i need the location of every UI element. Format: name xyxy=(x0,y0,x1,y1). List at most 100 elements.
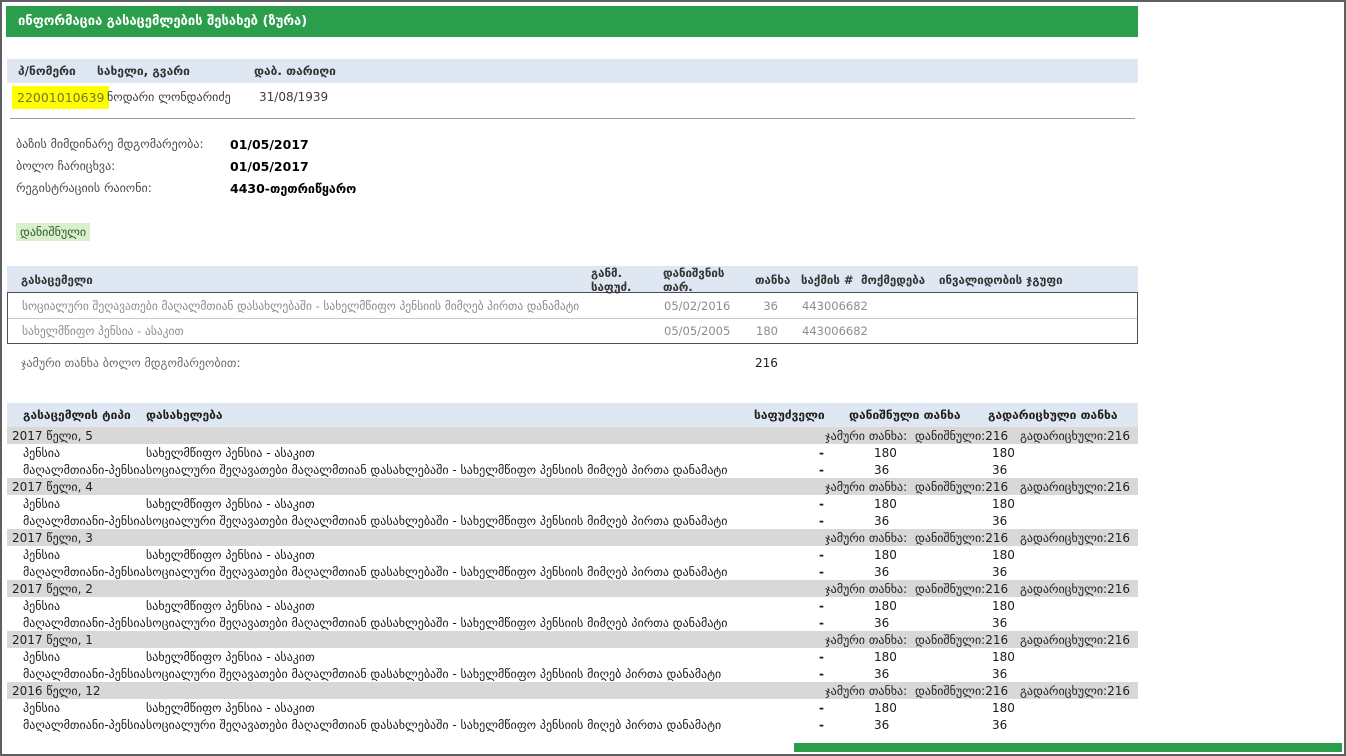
col-basis: საფუძველი xyxy=(754,408,824,422)
history-row: მაღალმთიანი-პენსია სოციალური შეღავათები … xyxy=(7,716,1138,733)
payment-type: პენსია xyxy=(23,497,146,511)
payment-name: სახელმწიფო პენსია - ასაკით xyxy=(146,548,754,562)
summary-assigned-total: დანიშნული:216 xyxy=(915,633,1008,647)
col-disability-group: ინვალიდობის ჯგუფი xyxy=(939,273,1124,287)
month-header-row: 2017 წელი, 3 ჯამური თანხა: დანიშნული:216… xyxy=(7,529,1138,546)
field-last-transfer: ბოლო ჩარიცხვა: 01/05/2017 xyxy=(7,155,1138,177)
month-header-row: 2017 წელი, 1 ჯამური თანხა: დანიშნული:216… xyxy=(7,631,1138,648)
payment-type: მაღალმთიანი-პენსია xyxy=(23,616,146,630)
history-row: მაღალმთიანი-პენსია სოციალური შეღავათები … xyxy=(7,563,1138,580)
col-full-name: სახელი, გვარი xyxy=(97,64,254,78)
transferred-amount: 180 xyxy=(974,548,1124,562)
basis-value: - xyxy=(754,548,824,562)
basis-value: - xyxy=(754,616,824,630)
transferred-amount: 36 xyxy=(974,514,1124,528)
payment-type: მაღალმთიანი-პენსია xyxy=(23,667,146,681)
assigned-amount: 180 xyxy=(824,548,974,562)
summary-transferred-total: გადარიცხული:216 xyxy=(1020,684,1130,698)
payment-type: პენსია xyxy=(23,548,146,562)
summary-label: ჯამური თანხა: xyxy=(825,633,907,647)
history-row: პენსია სახელმწიფო პენსია - ასაკით - 180 … xyxy=(7,444,1138,461)
history-table-body: 2017 წელი, 5 ჯამური თანხა: დანიშნული:216… xyxy=(7,427,1138,733)
month-block: 2017 წელი, 1 ჯამური თანხა: დანიშნული:216… xyxy=(7,631,1138,682)
summary-label: ჯამური თანხა: xyxy=(825,531,907,545)
month-header-row: 2016 წელი, 12 ჯამური თანხა: დანიშნული:21… xyxy=(7,682,1138,699)
transferred-amount: 36 xyxy=(974,667,1124,681)
payment-name: სახელმწიფო პენსია - ასაკით xyxy=(146,497,754,511)
history-table-header: გასაცემლის ტიპი დასახელება საფუძველი დან… xyxy=(7,403,1138,427)
transferred-amount: 36 xyxy=(974,463,1124,477)
month-summary: ჯამური თანხა: დანიშნული:216 გადარიცხული:… xyxy=(825,582,1130,596)
assigned-amount: 36 xyxy=(824,616,974,630)
payment-type: პენსია xyxy=(23,446,146,460)
assigned-badge: დანიშნული xyxy=(16,223,90,241)
payment-name: სახელმწიფო პენსია - ასაკით xyxy=(146,650,754,664)
history-row: პენსია სახელმწიფო პენსია - ასაკით - 180 … xyxy=(7,597,1138,614)
summary-assigned-total: დანიშნული:216 xyxy=(915,429,1008,443)
col-personal-number: პ/ნომერი xyxy=(18,64,97,78)
person-birth-date: 31/08/1939 xyxy=(259,90,328,104)
total-label: ჯამური თანხა ბოლო მდგომარეობით: xyxy=(21,356,755,370)
assigned-badge-row: დანიშნული xyxy=(7,221,1138,239)
payment-name: სახელმწიფო პენსია - ასაკით xyxy=(146,599,754,613)
history-row: მაღალმთიანი-პენსია სოციალური შეღავათები … xyxy=(7,461,1138,478)
assigned-amount: 36 xyxy=(824,565,974,579)
month-label: 2016 წელი, 12 xyxy=(12,684,101,698)
field-value: 4430-თეთრიწყარო xyxy=(230,181,356,196)
history-row: მაღალმთიანი-პენსია სოციალური შეღავათები … xyxy=(7,614,1138,631)
payment-name: სოციალური შეღავათები მაღალმთიან დასახლებ… xyxy=(146,718,754,732)
payment-type: მაღალმთიანი-პენსია xyxy=(23,718,146,732)
col-birth-date: დაბ. თარიღი xyxy=(254,64,336,78)
personal-number-highlight: 22001010639 xyxy=(12,86,109,109)
col-assigned-amount: დანიშნული თანხა xyxy=(824,408,974,422)
month-block: 2017 წელი, 2 ჯამური თანხა: დანიშნული:216… xyxy=(7,580,1138,631)
bottom-green-bar xyxy=(794,743,1342,752)
payment-name: სოციალური შეღავათები მაღალმთიან დასახლებ… xyxy=(22,299,592,313)
report-header-bar: ინფორმაცია გასაცემლების შესახებ (ზურა) xyxy=(6,6,1138,37)
field-value: 01/05/2017 xyxy=(230,159,309,174)
month-block: 2017 წელი, 4 ჯამური თანხა: დანიშნული:216… xyxy=(7,478,1138,529)
assigned-section: გასაცემელი განმ. საფუძ. დანიშვნის თარ. თ… xyxy=(7,266,1138,376)
payment-type: პენსია xyxy=(23,701,146,715)
month-header-row: 2017 წელი, 5 ჯამური თანხა: დანიშნული:216… xyxy=(7,427,1138,444)
month-label: 2017 წელი, 5 xyxy=(12,429,93,443)
transferred-amount: 36 xyxy=(974,565,1124,579)
transferred-amount: 180 xyxy=(974,599,1124,613)
month-summary: ჯამური თანხა: დანიშნული:216 გადარიცხული:… xyxy=(825,633,1130,647)
payment-type: მაღალმთიანი-პენსია xyxy=(23,463,146,477)
basis-value: - xyxy=(754,718,824,732)
month-block: 2017 წელი, 5 ჯამური თანხა: დანიშნული:216… xyxy=(7,427,1138,478)
history-row: პენსია სახელმწიფო პენსია - ასაკით - 180 … xyxy=(7,648,1138,665)
month-summary: ჯამური თანხა: დანიშნული:216 გადარიცხული:… xyxy=(825,684,1130,698)
assigned-amount: 36 xyxy=(824,463,974,477)
month-label: 2017 წელი, 2 xyxy=(12,582,93,596)
assigned-amount: 180 xyxy=(824,701,974,715)
field-label: ბაზის მიმდინარე მდგომარეობა: xyxy=(7,137,230,151)
assigned-amount: 180 xyxy=(824,446,974,460)
field-value: 01/05/2017 xyxy=(230,137,309,152)
case-number: 443006682 xyxy=(802,324,862,338)
month-summary: ჯამური თანხა: დანიშნული:216 გადარიცხული:… xyxy=(825,480,1130,494)
summary-assigned-total: დანიშნული:216 xyxy=(915,684,1008,698)
payments-report-window: ინფორმაცია გასაცემლების შესახებ (ზურა) პ… xyxy=(0,0,1346,756)
person-table-header: პ/ნომერი სახელი, გვარი დაბ. თარიღი xyxy=(7,59,1138,83)
personal-number-cell: 22001010639 xyxy=(12,86,107,109)
assigned-total-row: ჯამური თანხა ბოლო მდგომარეობით: 216 xyxy=(7,350,1138,376)
person-name: ნოდარი ლონდარიძე xyxy=(107,90,259,104)
col-case-number: საქმის # xyxy=(801,273,861,287)
basis-value: - xyxy=(754,463,824,477)
field-label: ბოლო ჩარიცხვა: xyxy=(7,159,230,173)
transferred-amount: 36 xyxy=(974,616,1124,630)
divider xyxy=(10,118,1135,119)
summary-transferred-total: გადარიცხული:216 xyxy=(1020,429,1130,443)
person-row: 22001010639 ნოდარი ლონდარიძე 31/08/1939 xyxy=(7,83,1138,111)
field-current-state: ბაზის მიმდინარე მდგომარეობა: 01/05/2017 xyxy=(7,133,1138,155)
month-header-row: 2017 წელი, 4 ჯამური თანხა: დანიშნული:216… xyxy=(7,478,1138,495)
summary-label: ჯამური თანხა: xyxy=(825,480,907,494)
summary-label: ჯამური თანხა: xyxy=(825,582,907,596)
basis-value: - xyxy=(754,667,824,681)
transferred-amount: 180 xyxy=(974,701,1124,715)
transferred-amount: 180 xyxy=(974,446,1124,460)
history-row: პენსია სახელმწიფო პენსია - ასაკით - 180 … xyxy=(7,495,1138,512)
col-transferred-amount: გადარიცხული თანხა xyxy=(974,408,1124,422)
